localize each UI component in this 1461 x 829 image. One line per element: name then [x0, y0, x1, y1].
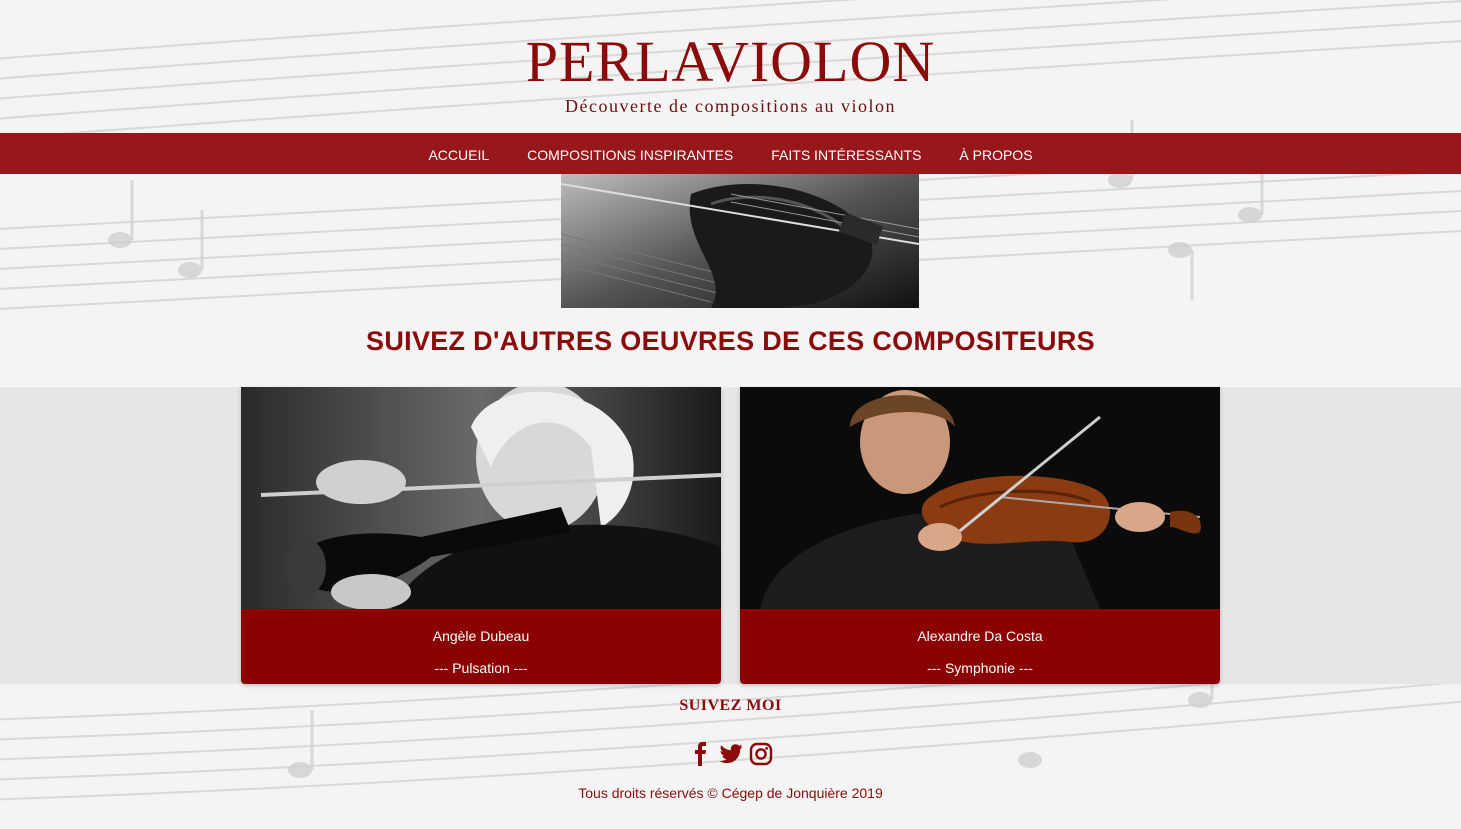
site-logo-title[interactable]: PERLAVIOLON: [0, 30, 1461, 94]
composer-card-body: Angèle Dubeau --- Pulsation ---: [241, 609, 721, 684]
nav-item-a-propos[interactable]: À PROPOS: [940, 131, 1051, 176]
composer-card[interactable]: Alexandre Da Costa --- Symphonie ---: [740, 387, 1220, 684]
cards-band: [0, 387, 1461, 684]
social-links: [0, 742, 1461, 766]
composer-name: Alexandre Da Costa: [917, 628, 1043, 644]
copyright-text: Tous droits réservés © Cégep de Jonquièr…: [578, 785, 883, 801]
composer-work: --- Pulsation ---: [434, 660, 528, 676]
follow-heading: SUIVEZ MOI: [679, 697, 782, 714]
instagram-icon[interactable]: [749, 742, 773, 766]
nav-item-compositions[interactable]: COMPOSITIONS INSPIRANTES: [508, 131, 752, 176]
composer-name: Angèle Dubeau: [432, 628, 530, 644]
composer-card-body: Alexandre Da Costa --- Symphonie ---: [740, 609, 1220, 684]
facebook-icon[interactable]: [689, 742, 713, 766]
hero-violin-image: [561, 174, 919, 308]
section-title: SUIVEZ D'AUTRES OEUVRES DE CES COMPOSITE…: [366, 326, 1095, 356]
site-tagline: Découverte de compositions au violon: [565, 96, 896, 116]
main-nav: ACCUEIL COMPOSITIONS INSPIRANTES FAITS I…: [0, 133, 1461, 174]
nav-item-faits[interactable]: FAITS INTÉRESSANTS: [752, 131, 940, 176]
composer-card[interactable]: Angèle Dubeau --- Pulsation ---: [241, 387, 721, 684]
nav-item-accueil[interactable]: ACCUEIL: [409, 131, 508, 176]
composer-photo: [740, 387, 1220, 609]
site-header: PERLAVIOLON Découverte de compositions a…: [0, 30, 1461, 117]
twitter-icon[interactable]: [719, 742, 743, 766]
composer-photo: [241, 387, 721, 609]
composer-work: --- Symphonie ---: [927, 660, 1033, 676]
